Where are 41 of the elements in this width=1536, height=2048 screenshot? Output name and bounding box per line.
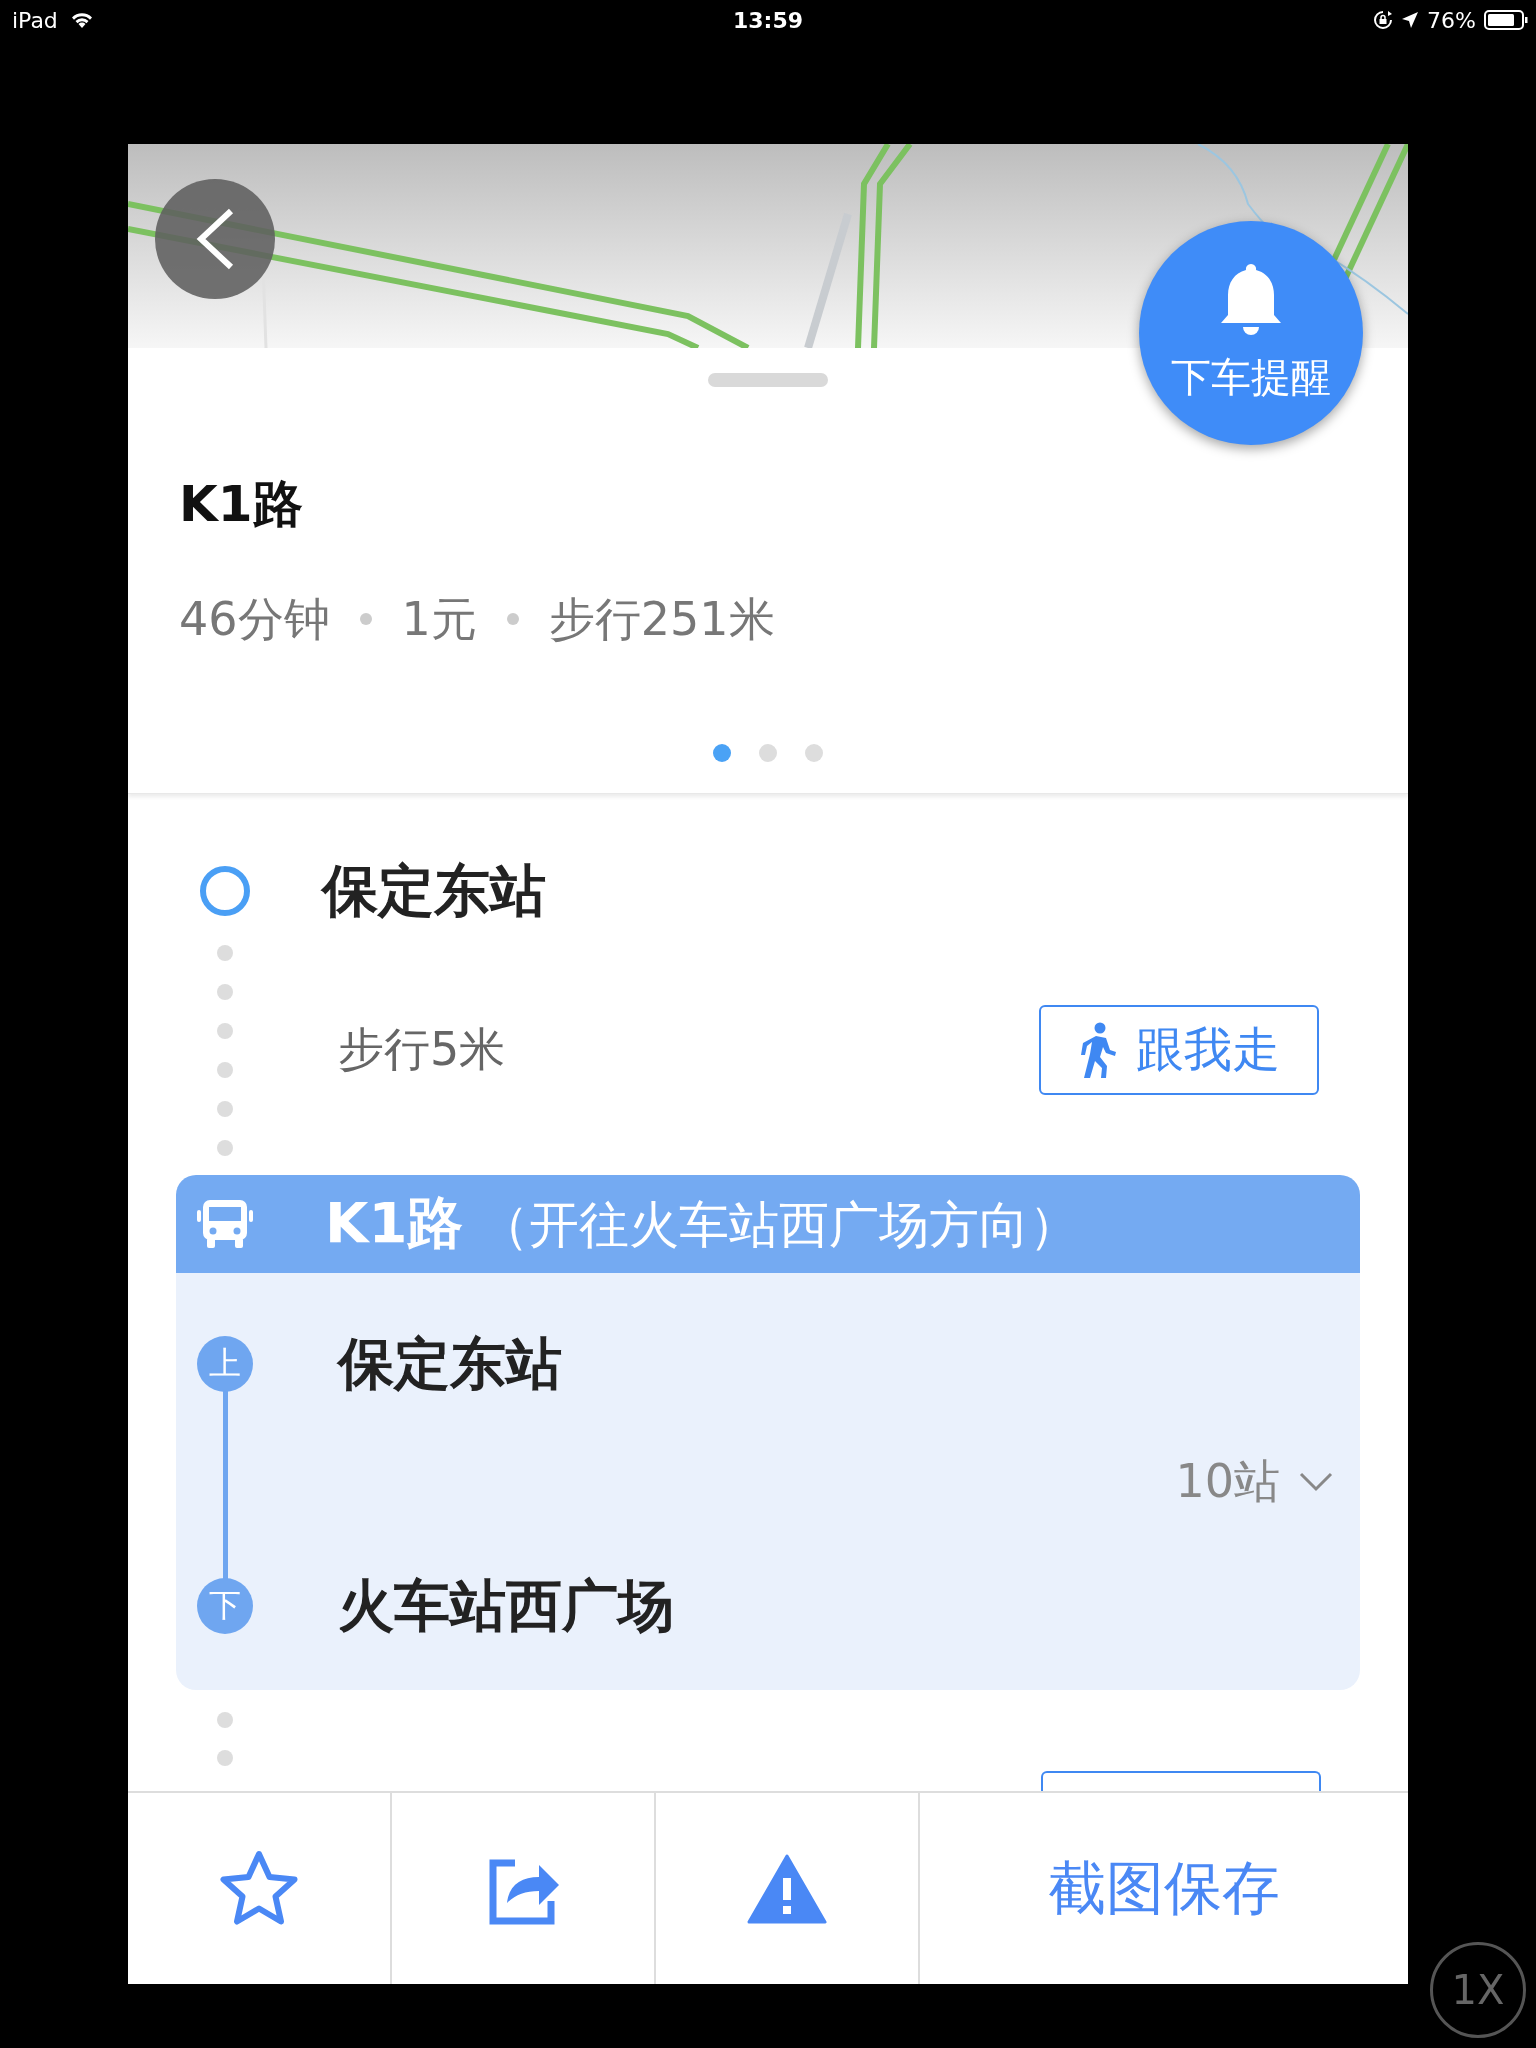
battery-icon (1484, 10, 1528, 30)
drag-handle[interactable] (708, 373, 828, 387)
route-summary-item: 步行251米 (548, 591, 775, 648)
route-dot (217, 1061, 233, 1078)
walk-distance: 步行5米 (337, 1021, 507, 1079)
bell-icon (1219, 261, 1283, 336)
station-name: 保定东站 (322, 857, 546, 925)
warning-icon (747, 1853, 827, 1924)
alight-marker: 下 (197, 1577, 253, 1634)
location-arrow-icon (1401, 11, 1420, 29)
bus-line-name: K1路 （开往火车站西广场方向） (325, 1188, 1080, 1257)
follow-me-button[interactable]: 跟我走 (1039, 1005, 1319, 1096)
start-point-icon (200, 866, 250, 916)
device-name: iPad (12, 7, 58, 33)
battery-percent: 76% (1427, 7, 1476, 33)
route-dot (217, 1711, 233, 1728)
zoom-indicator[interactable]: 1X (1430, 1942, 1526, 2038)
separator-dot (359, 613, 372, 625)
walking-person-icon (1078, 1022, 1118, 1079)
station-name: 保定东站 (338, 1329, 562, 1398)
route-dot (217, 944, 233, 961)
route-summary-item: 1元 (401, 591, 477, 648)
separator-dot (506, 613, 519, 625)
station-name: 火车站西广场 (338, 1571, 674, 1640)
board-marker: 上 (197, 1335, 253, 1392)
wifi-icon (69, 11, 94, 29)
page-dot[interactable] (759, 744, 777, 762)
bus-icon (197, 1197, 253, 1250)
stop-count-toggle[interactable]: 10站 (1175, 1450, 1334, 1513)
route-dot (217, 1022, 233, 1039)
route-dot (217, 1100, 233, 1117)
route-dot (217, 1139, 233, 1156)
route-title: K1路 (179, 474, 304, 535)
clock-time: 13:59 (733, 7, 803, 33)
route-dot (217, 983, 233, 1000)
route-dot (217, 1749, 233, 1766)
chevron-icon (1298, 1470, 1334, 1493)
page-dot[interactable] (805, 744, 823, 762)
route-summary-item: 46分钟 (179, 591, 330, 648)
page-dot[interactable] (713, 744, 731, 762)
rotation-lock-icon (1373, 10, 1394, 30)
